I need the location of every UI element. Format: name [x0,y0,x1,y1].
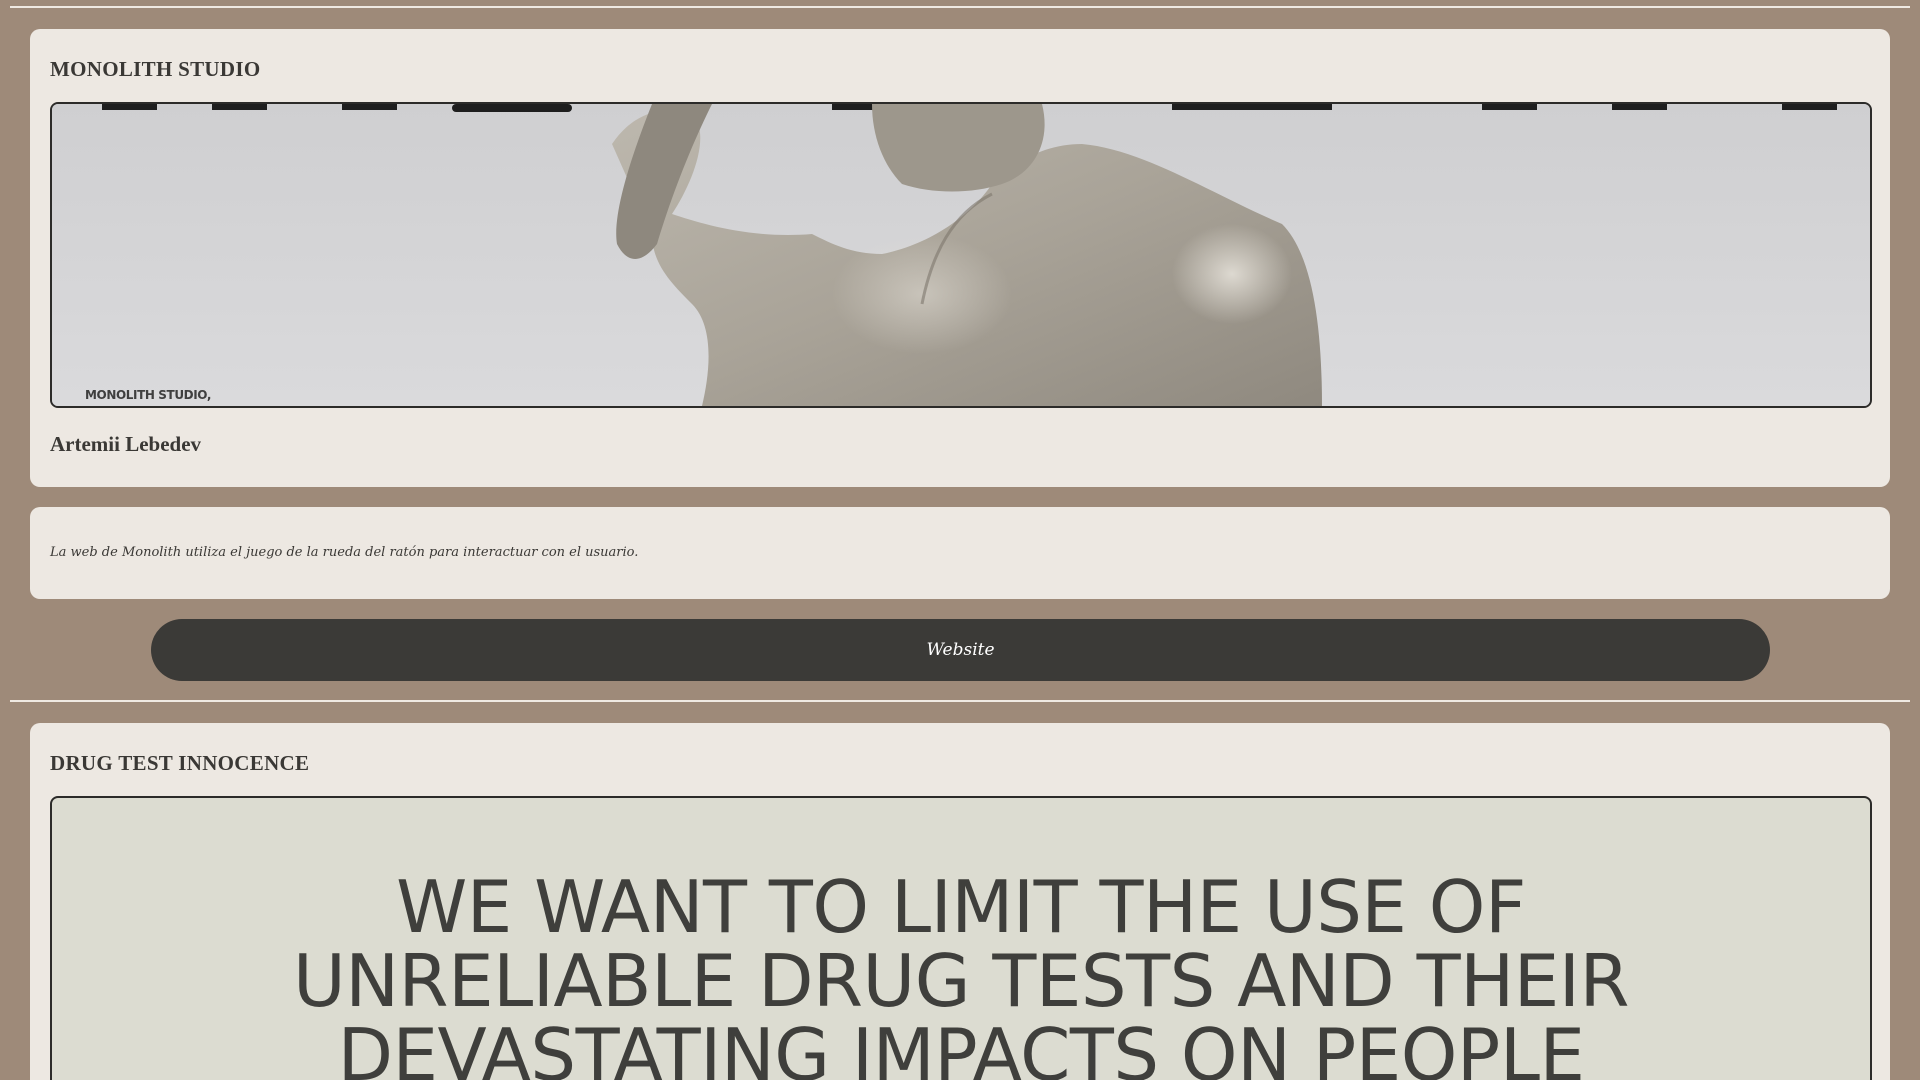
preview-caption: MONOLITH STUDIO, [85,388,211,402]
project-title: MONOLITH STUDIO [50,57,261,81]
project-author: Artemii Lebedev [50,432,202,456]
project-card: DRUG TEST INNOCENCE WE WANT TO LIMIT THE… [30,723,1890,1080]
preview-headline: WE WANT TO LIMIT THE USE OF UNRELIABLE D… [293,865,1629,1080]
project-preview-image[interactable]: WE WANT TO LIMIT THE USE OF UNRELIABLE D… [50,796,1872,1080]
description-card: La web de Monolith utiliza el juego de l… [30,507,1890,599]
divider [10,700,1910,702]
project-description: La web de Monolith utiliza el juego de l… [50,545,639,560]
page: MONOLITH STUDIO MONOLITH STUDIO, Artemii… [0,0,1920,1080]
divider [10,6,1910,8]
website-button[interactable]: Website [151,619,1770,681]
statue-illustration [52,104,1870,406]
project-title: DRUG TEST INNOCENCE [50,751,310,775]
project-card: MONOLITH STUDIO MONOLITH STUDIO, Artemii… [30,29,1890,487]
project-preview-image[interactable]: MONOLITH STUDIO, [50,102,1872,408]
